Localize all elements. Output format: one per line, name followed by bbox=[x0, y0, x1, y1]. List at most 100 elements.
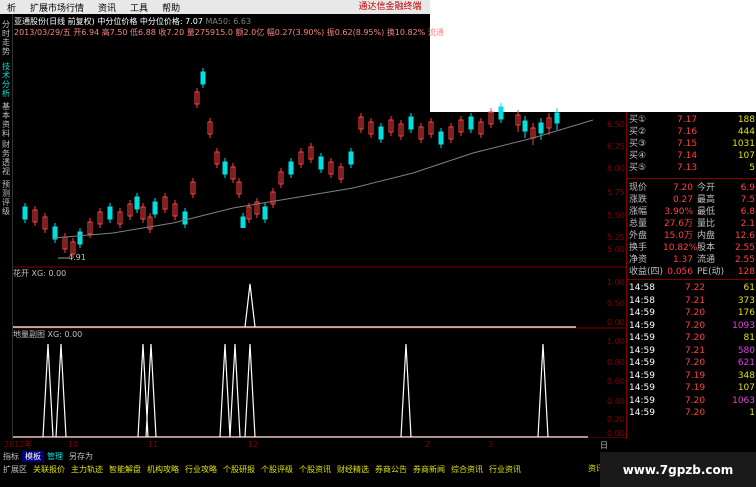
menu-item-news[interactable]: 资讯 bbox=[91, 1, 123, 14]
p2-tick-100: 1.00 bbox=[607, 278, 625, 287]
tab-manage[interactable]: 管理 bbox=[44, 451, 66, 462]
tick-row: 14:59 7.20 1063 bbox=[629, 395, 755, 407]
menu-item-ext-market[interactable]: 扩展市场行情 bbox=[23, 1, 91, 14]
bottom-nav-item[interactable]: 财经精选 bbox=[334, 464, 372, 475]
bottom-nav-item[interactable]: 行业攻略 bbox=[182, 464, 220, 475]
bottom-nav-item[interactable]: 券商公告 bbox=[372, 464, 410, 475]
tick-volume: 81 bbox=[743, 333, 755, 343]
candle-body bbox=[222, 161, 228, 175]
bottom-nav-item[interactable]: 个股资讯 bbox=[296, 464, 334, 475]
candle-body bbox=[438, 131, 444, 145]
price-tick-575: 5.75 bbox=[607, 188, 625, 197]
ask-price: 7.16 bbox=[677, 127, 698, 137]
bottom-nav-item[interactable]: 个股研报 bbox=[220, 464, 258, 475]
tick-time: 14:59 bbox=[629, 395, 655, 406]
stat-value: 0.056 bbox=[667, 267, 693, 277]
x-tick-10: 10 bbox=[68, 440, 78, 449]
menu-item-tools[interactable]: 工具 bbox=[123, 1, 155, 14]
ask-price: 7.14 bbox=[677, 151, 698, 161]
bottom-nav-item[interactable]: 扩展区 bbox=[0, 464, 30, 475]
stat-row: 现价 7.20 今开 6.9 bbox=[629, 182, 755, 194]
ask-price: 7.13 bbox=[677, 163, 698, 173]
stat-row: 总量 27.6万 量比 2.1 bbox=[629, 218, 755, 230]
bottom-nav-item[interactable]: 智能解盘 bbox=[106, 464, 144, 475]
price-tick-625: 6.25 bbox=[607, 142, 625, 151]
bottom-nav: 扩展区 关联报价 主力轨迹 智能解盘 机构攻略 行业攻略 个股研报 个股评级 个股资讯 财经精选券… bbox=[0, 463, 600, 475]
tick-time: 14:59 bbox=[629, 370, 655, 381]
p3-tick-000: 0.00 bbox=[607, 429, 625, 438]
side-tab-technical[interactable]: 技术分析 bbox=[0, 62, 12, 98]
xg-spike bbox=[400, 343, 412, 438]
stat-value: 3.90% bbox=[664, 207, 693, 217]
panel3-title: 地量副图 XG: 0.00 bbox=[13, 329, 82, 339]
stat-row: 涨幅 3.90% 最低 6.8 bbox=[629, 206, 755, 218]
tick-volume: 348 bbox=[737, 370, 755, 381]
price-tick-550: 5.50 bbox=[607, 211, 625, 220]
tick-volume: 580 bbox=[737, 345, 755, 356]
ask-row: 买② 7.16 444 bbox=[629, 126, 755, 138]
occlusion-rect bbox=[230, 228, 438, 260]
stat-value: 10.82% bbox=[663, 243, 698, 253]
tick-price: 7.20 bbox=[685, 333, 706, 343]
tick-time: 14:59 bbox=[629, 320, 655, 331]
ma50-line bbox=[52, 119, 594, 239]
tab-indicator[interactable]: 指标 bbox=[0, 451, 22, 462]
ask-label: 买③ bbox=[629, 139, 647, 149]
xg-spike bbox=[537, 343, 549, 438]
candle-body bbox=[468, 116, 474, 130]
stat-key-2: 今开 bbox=[697, 183, 716, 193]
bottom-nav-item[interactable]: 行业资讯 bbox=[486, 464, 524, 475]
candle-body bbox=[348, 151, 354, 165]
candle-body bbox=[182, 211, 188, 225]
tick-time: 14:59 bbox=[629, 383, 655, 393]
stat-key: 外盘 bbox=[629, 231, 648, 241]
site-watermark: www.7gpzb.com bbox=[600, 452, 756, 487]
candle-body bbox=[378, 126, 384, 140]
stat-value-2: 6.9 bbox=[740, 183, 755, 193]
xg-spike bbox=[244, 343, 256, 438]
stat-key: 收益(四) bbox=[629, 267, 664, 277]
stat-row: 外盘 15.0万 内盘 12.6 bbox=[629, 230, 755, 242]
side-tab-forecast[interactable]: 预测评级 bbox=[0, 180, 12, 216]
side-tab-bar: 分时走势 技术分析 基本资料 财务透视 预测评级 bbox=[0, 14, 13, 439]
bottom-nav-item[interactable]: 综合资讯 bbox=[448, 464, 486, 475]
day-period-label[interactable]: 日 bbox=[600, 440, 608, 451]
x-axis: 2012年 10 11 12 2 3 bbox=[4, 439, 493, 449]
p3-tick-100: 1.00 bbox=[607, 337, 625, 346]
candle-body bbox=[498, 106, 504, 120]
quote-panel: 买① 7.17 188 买② 7.16 444 买③ 7.15 1031 买④ 7.14 107 买⑤ 7… bbox=[626, 112, 756, 439]
candle-body bbox=[107, 206, 113, 220]
side-tab-fundamentals[interactable]: 基本资料 bbox=[0, 102, 12, 138]
side-tab-intraday[interactable]: 分时走势 bbox=[0, 20, 12, 56]
bottom-nav-item[interactable]: 机构攻略 bbox=[144, 464, 182, 475]
stat-value: 7.20 bbox=[672, 183, 693, 193]
low-price-mark: 4.91 bbox=[68, 253, 86, 262]
p3-tick-020: 0.20 bbox=[607, 415, 625, 424]
p3-tick-040: 0.40 bbox=[607, 397, 625, 406]
tick-row: 14:59 7.20 621 bbox=[629, 357, 755, 369]
candle-body bbox=[152, 201, 158, 215]
p3-tick-080: 0.80 bbox=[607, 358, 625, 367]
kline-chart[interactable]: 4.91 花开 XG: 0.00 地量副图 XG: 0.00 6.50 6.25… bbox=[13, 38, 626, 438]
tick-volume: 61 bbox=[743, 283, 755, 293]
side-tab-finance[interactable]: 财务透视 bbox=[0, 140, 12, 176]
stat-value-2: 2.55 bbox=[734, 243, 755, 253]
stat-value-2: 2.1 bbox=[740, 219, 755, 229]
stat-row: 换手 10.82% 股本 2.55 bbox=[629, 242, 755, 254]
ask-row: 买③ 7.15 1031 bbox=[629, 138, 755, 150]
stat-key: 现价 bbox=[629, 183, 648, 193]
menu-item-help[interactable]: 帮助 bbox=[155, 1, 187, 14]
bottom-nav-item[interactable]: 个股评级 bbox=[258, 464, 296, 475]
tick-price: 7.20 bbox=[685, 358, 706, 368]
tab-save-as[interactable]: 另存为 bbox=[66, 451, 96, 462]
tick-price: 7.19 bbox=[685, 383, 706, 393]
tab-template[interactable]: 模板 bbox=[22, 450, 44, 462]
bottom-nav-item[interactable]: 券商新闻 bbox=[410, 464, 448, 475]
tick-volume: 176 bbox=[737, 308, 755, 318]
bottom-nav-item[interactable]: 主力轨迹 bbox=[68, 464, 106, 475]
tick-time: 14:58 bbox=[629, 295, 655, 306]
price-tick-525: 5.25 bbox=[607, 233, 625, 242]
stat-key-2: 量比 bbox=[697, 219, 716, 229]
menu-item-analysis[interactable]: 析 bbox=[0, 1, 23, 14]
bottom-nav-item[interactable]: 关联报价 bbox=[30, 464, 68, 475]
